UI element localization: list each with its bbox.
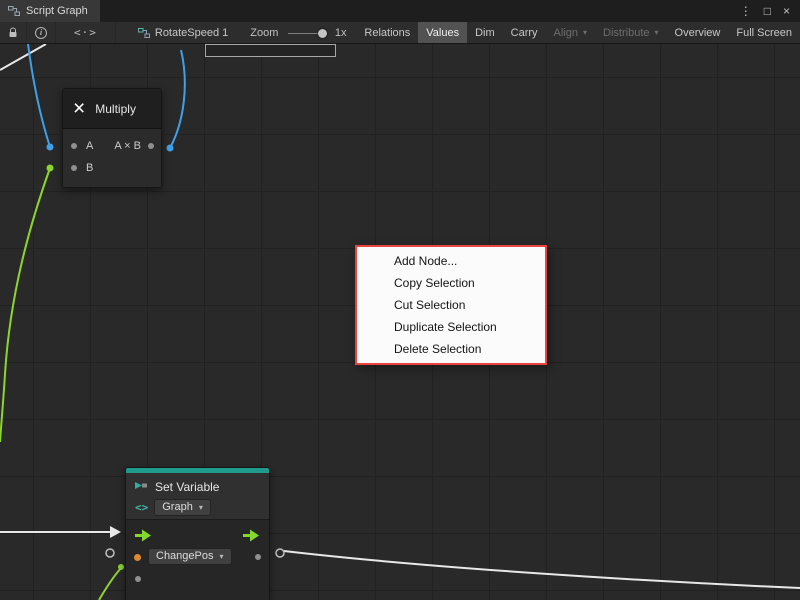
floating-box bbox=[205, 44, 336, 57]
distribute-label: Distribute bbox=[603, 27, 649, 39]
multiply-node[interactable]: × Multiply A A × B B bbox=[62, 88, 162, 188]
zoom-level: 1x bbox=[331, 27, 351, 39]
variable-row: ChangePos ▾ bbox=[126, 546, 269, 568]
overview-label: Overview bbox=[675, 27, 721, 39]
multiply-node-body: A A × B B bbox=[63, 129, 161, 187]
info-icon-glyph: i bbox=[40, 28, 42, 37]
chevron-down-icon: ▾ bbox=[199, 504, 203, 512]
maximize-icon[interactable]: □ bbox=[764, 5, 771, 17]
input-port[interactable] bbox=[135, 576, 141, 582]
tab-bar: Script Graph ⋮ □ × bbox=[0, 0, 800, 22]
multiply-node-header[interactable]: × Multiply bbox=[63, 89, 161, 129]
variable-scope-dropdown[interactable]: Graph ▾ bbox=[154, 499, 211, 516]
menu-item-duplicate-selection[interactable]: Duplicate Selection bbox=[357, 316, 545, 338]
chevron-down-icon: ▾ bbox=[655, 29, 659, 37]
output-port[interactable] bbox=[148, 143, 154, 149]
tab-title: Script Graph bbox=[26, 5, 88, 17]
lock-icon bbox=[8, 27, 18, 38]
scope-label: Graph bbox=[162, 501, 193, 514]
value-input-port[interactable] bbox=[134, 554, 141, 561]
menu-item-cut-selection[interactable]: Cut Selection bbox=[357, 294, 545, 316]
graph-type-icon: <> bbox=[135, 501, 148, 514]
green-port-dot bbox=[118, 564, 124, 570]
multiply-icon: × bbox=[73, 98, 85, 119]
dim-label: Dim bbox=[475, 27, 495, 39]
ring-port[interactable] bbox=[106, 549, 114, 557]
carry-button[interactable]: Carry bbox=[503, 22, 546, 44]
set-variable-node[interactable]: Set Variable <> Graph ▾ bbox=[125, 467, 270, 600]
align-label: Align bbox=[554, 27, 578, 39]
flow-row bbox=[126, 524, 269, 546]
value-output-port[interactable] bbox=[255, 554, 261, 560]
menu-item-delete-selection[interactable]: Delete Selection bbox=[357, 338, 545, 360]
dim-button[interactable]: Dim bbox=[467, 22, 503, 44]
extra-port-row bbox=[126, 568, 269, 590]
ring-port[interactable] bbox=[276, 549, 284, 557]
code-view-button[interactable]: <·> bbox=[56, 22, 116, 44]
flow-input-port[interactable] bbox=[135, 529, 152, 542]
graph-breadcrumb-button[interactable]: RotateSpeed 1 bbox=[130, 22, 236, 44]
full-screen-button[interactable]: Full Screen bbox=[728, 22, 800, 44]
distribute-button[interactable]: Distribute ▾ bbox=[595, 22, 666, 44]
chevron-down-icon: ▾ bbox=[220, 553, 224, 561]
code-icon: <·> bbox=[74, 26, 97, 39]
graph-breadcrumb-label: RotateSpeed 1 bbox=[155, 27, 228, 39]
window-controls: ⋮ □ × bbox=[740, 0, 800, 22]
full-screen-label: Full Screen bbox=[736, 27, 792, 39]
align-button[interactable]: Align ▾ bbox=[546, 22, 595, 44]
info-icon: i bbox=[35, 27, 47, 39]
wire-green-bottom[interactable] bbox=[99, 568, 121, 600]
menu-item-add-node[interactable]: Add Node... bbox=[357, 250, 545, 272]
values-button[interactable]: Values bbox=[418, 22, 467, 44]
lock-button[interactable] bbox=[0, 22, 27, 44]
graph-canvas[interactable]: × Multiply A A × B B Set bbox=[0, 44, 800, 600]
set-variable-node-body: ChangePos ▾ bbox=[126, 520, 269, 600]
flow-output-port[interactable] bbox=[243, 529, 260, 542]
port-a-label: A bbox=[86, 140, 93, 152]
chevron-down-icon: ▾ bbox=[583, 29, 587, 37]
port-row-a: A A × B bbox=[63, 135, 161, 157]
script-graph-icon bbox=[8, 5, 20, 17]
variable-name-dropdown[interactable]: ChangePos ▾ bbox=[148, 548, 232, 565]
wire-blue-input-a[interactable] bbox=[28, 44, 50, 147]
inspect-button[interactable]: i bbox=[27, 22, 56, 44]
set-variable-node-title: Set Variable bbox=[155, 480, 219, 494]
kebab-menu-icon[interactable]: ⋮ bbox=[740, 5, 752, 17]
wire-green-input-b[interactable] bbox=[0, 168, 50, 442]
flow-arrowhead bbox=[110, 526, 121, 538]
overview-button[interactable]: Overview bbox=[667, 22, 729, 44]
port-out-label: A × B bbox=[114, 140, 141, 152]
input-port-b[interactable] bbox=[71, 165, 77, 171]
context-menu: Add Node... Copy Selection Cut Selection… bbox=[355, 245, 547, 365]
set-variable-icon bbox=[134, 481, 148, 494]
wire-white-flow-out[interactable] bbox=[284, 551, 800, 588]
tab-script-graph[interactable]: Script Graph bbox=[0, 0, 100, 22]
multiply-node-title: Multiply bbox=[95, 102, 136, 116]
port-b-label: B bbox=[86, 162, 93, 174]
graph-asset-icon bbox=[138, 27, 150, 39]
zoom-label: Zoom bbox=[236, 27, 284, 39]
values-label: Values bbox=[426, 27, 459, 39]
wire-blue-output[interactable] bbox=[170, 50, 185, 148]
wire-white-topleft[interactable] bbox=[0, 44, 46, 70]
menu-item-copy-selection[interactable]: Copy Selection bbox=[357, 272, 545, 294]
close-icon[interactable]: × bbox=[783, 5, 790, 17]
relations-button[interactable]: Relations bbox=[356, 22, 418, 44]
relations-label: Relations bbox=[364, 27, 410, 39]
green-port-dot bbox=[47, 165, 54, 172]
input-port-a[interactable] bbox=[71, 143, 77, 149]
port-row-b: B bbox=[63, 157, 161, 179]
carry-label: Carry bbox=[511, 27, 538, 39]
blue-port-dot bbox=[47, 144, 54, 151]
zoom-slider[interactable] bbox=[288, 28, 327, 38]
set-variable-node-header[interactable]: Set Variable <> Graph ▾ bbox=[126, 473, 269, 520]
graph-toolbar: i <·> RotateSpeed 1 Zoom 1x Relations Va… bbox=[0, 22, 800, 44]
variable-name-label: ChangePos bbox=[156, 550, 214, 563]
blue-port-dot bbox=[167, 145, 174, 152]
zoom-slider-thumb[interactable] bbox=[318, 29, 327, 38]
